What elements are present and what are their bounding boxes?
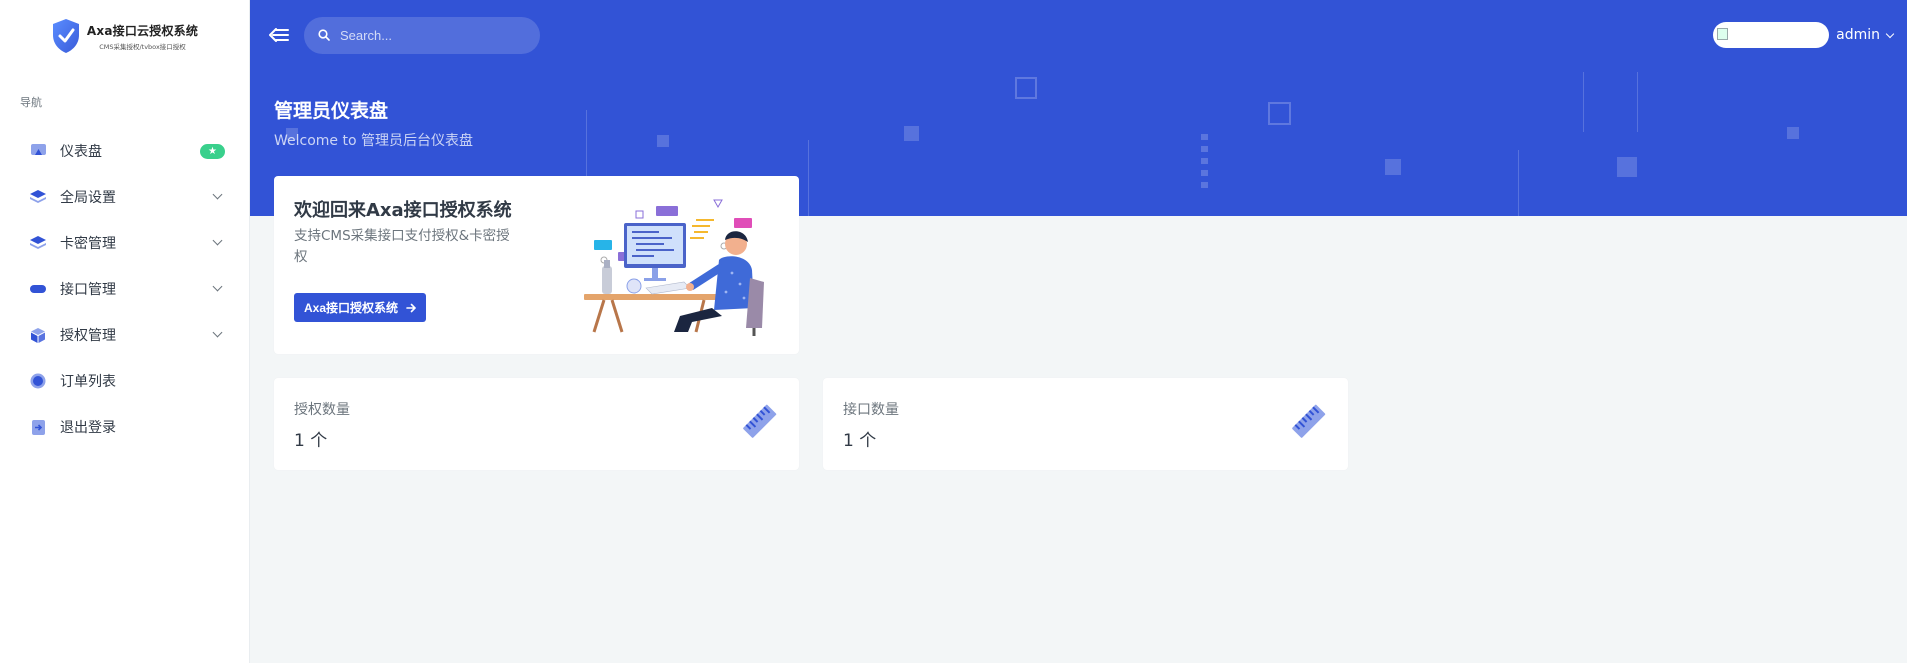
star-badge: ★: [200, 144, 225, 159]
sidebar-item-label: 全局设置: [60, 190, 116, 206]
user-menu[interactable]: admin: [1713, 22, 1895, 48]
broken-image-icon: [1717, 28, 1729, 40]
sidebar-item-label: 仪表盘: [60, 144, 102, 160]
decor-square: [1617, 157, 1637, 177]
ruler-icon: [743, 404, 777, 438]
sidebar-item-label: 退出登录: [60, 420, 116, 436]
decor-square: [1787, 127, 1799, 139]
welcome-card: 欢迎回来Axa接口授权系统 支持CMS采集接口支付授权&卡密授权 Axa接口授权…: [274, 176, 799, 354]
decor-square: [1015, 77, 1037, 99]
sidebar: Axa接口云授权系统 CMS采集授权/tvbox接口授权 导航 仪表盘 ★ 全局…: [0, 0, 250, 663]
search-input[interactable]: [340, 27, 520, 43]
sidebar-item-label: 授权管理: [60, 328, 116, 344]
username: admin: [1836, 27, 1880, 43]
ruler-icon: [1292, 404, 1326, 438]
sidebar-item-order-list[interactable]: 订单列表: [0, 358, 249, 404]
chevron-down-icon: [212, 235, 223, 246]
search-icon: [318, 29, 330, 41]
sidebar-item-label: 接口管理: [60, 282, 116, 298]
chevron-down-icon: [212, 281, 223, 292]
stat-card-licenses: 授权数量 1 个: [274, 378, 799, 470]
shield-check-icon: [52, 19, 79, 53]
stat-label: 授权数量: [294, 402, 350, 418]
brand-title: Axa接口云授权系统: [86, 23, 199, 38]
chevron-down-icon: [212, 189, 223, 200]
pill-icon: [30, 281, 46, 297]
search-box: [304, 16, 540, 54]
arrow-right-icon: [406, 303, 417, 312]
decor-line: [808, 140, 809, 216]
decor-square: [657, 135, 669, 147]
sidebar-item-label: 订单列表: [60, 374, 116, 390]
welcome-title: 欢迎回来Axa接口授权系统: [294, 200, 512, 221]
welcome-description: 支持CMS采集接口支付授权&卡密授权: [294, 228, 510, 265]
decor-square: [1268, 102, 1291, 125]
brand-subtitle: CMS采集授权/tvbox接口授权: [99, 42, 186, 51]
box-icon: [30, 327, 46, 343]
sidebar-item-global-settings[interactable]: 全局设置: [0, 174, 249, 220]
decor-line: [1637, 72, 1638, 132]
menu-toggle-button[interactable]: [266, 22, 292, 48]
page-title: 管理员仪表盘: [274, 100, 389, 122]
circle-icon: [30, 373, 46, 389]
decor-square: [1385, 159, 1401, 175]
stat-value: 1 个: [843, 431, 877, 451]
layers-icon: [30, 235, 46, 251]
stat-value: 1 个: [294, 431, 328, 451]
menu-collapse-icon: [269, 28, 289, 42]
stat-label: 接口数量: [843, 402, 899, 418]
sidebar-item-logout[interactable]: 退出登录: [0, 404, 249, 450]
sidebar-item-api-management[interactable]: 接口管理: [0, 266, 249, 312]
decor-line: [1583, 72, 1584, 132]
nav-section-title: 导航: [20, 96, 42, 109]
sidebar-item-license-management[interactable]: 授权管理: [0, 312, 249, 358]
decor-square: [904, 126, 919, 141]
page-subtitle: Welcome to 管理员后台仪表盘: [274, 133, 473, 149]
avatar: [1713, 22, 1830, 48]
chevron-down-icon: [1885, 29, 1895, 38]
brand-logo[interactable]: Axa接口云授权系统 CMS采集授权/tvbox接口授权: [0, 0, 249, 72]
developer-illustration: [584, 199, 764, 336]
system-button[interactable]: Axa接口授权系统: [294, 293, 427, 322]
decor-dots: [1201, 134, 1208, 190]
system-button-label: Axa接口授权系统: [304, 301, 399, 315]
decor-line: [1518, 150, 1519, 216]
sidebar-item-label: 卡密管理: [60, 236, 116, 252]
stat-card-apis: 接口数量 1 个: [823, 378, 1348, 470]
topbar: admin: [250, 0, 1907, 70]
sidebar-item-dashboard[interactable]: 仪表盘 ★: [0, 128, 249, 174]
dashboard-icon: [30, 143, 46, 159]
layers-icon: [30, 189, 46, 205]
chevron-down-icon: [212, 327, 223, 338]
sidebar-item-card-management[interactable]: 卡密管理: [0, 220, 249, 266]
logout-icon: [30, 419, 46, 435]
